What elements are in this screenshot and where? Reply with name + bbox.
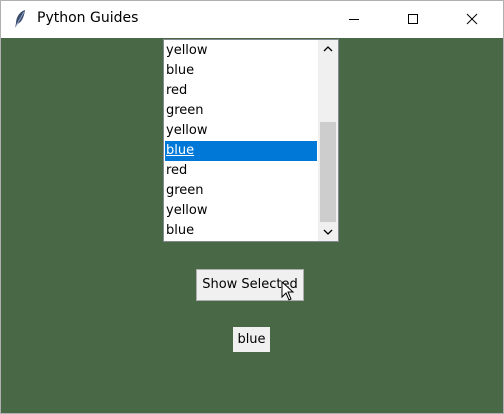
close-icon (466, 13, 478, 25)
list-item-selected[interactable]: blue (165, 141, 317, 161)
scroll-down-button[interactable] (318, 223, 338, 241)
list-item[interactable]: red (165, 161, 317, 181)
chevron-up-icon (323, 46, 333, 52)
list-item[interactable]: blue (165, 61, 317, 81)
list-item[interactable]: blue (165, 221, 317, 241)
maximize-icon (408, 14, 418, 24)
list-item[interactable]: yellow (165, 41, 317, 61)
color-listbox[interactable]: yellow blue red green yellow blue red green yell… (163, 39, 339, 242)
main-area: yellow blue red green yellow blue red green yell… (1, 38, 503, 413)
minimize-icon (349, 19, 359, 20)
selected-result-label: blue (233, 327, 270, 352)
list-item[interactable]: green (165, 101, 317, 121)
list-item[interactable]: green (165, 181, 317, 201)
scroll-thumb[interactable] (320, 122, 336, 222)
close-button[interactable] (449, 1, 495, 38)
listbox-items: yellow blue red green yellow blue red green yell… (165, 41, 317, 241)
mouse-cursor-icon (281, 280, 295, 301)
window-title: Python Guides (37, 10, 139, 26)
scroll-up-button[interactable] (318, 40, 338, 58)
feather-icon (13, 9, 27, 29)
list-item[interactable]: red (165, 81, 317, 101)
list-item[interactable]: yellow (165, 121, 317, 141)
listbox-scrollbar[interactable] (318, 40, 338, 241)
maximize-button[interactable] (390, 1, 436, 38)
app-window: Python Guides yellow blue red green yellow bl… (0, 0, 504, 414)
title-bar[interactable]: Python Guides (1, 1, 503, 38)
list-item[interactable]: yellow (165, 201, 317, 221)
minimize-button[interactable] (331, 1, 377, 38)
chevron-down-icon (323, 229, 333, 235)
